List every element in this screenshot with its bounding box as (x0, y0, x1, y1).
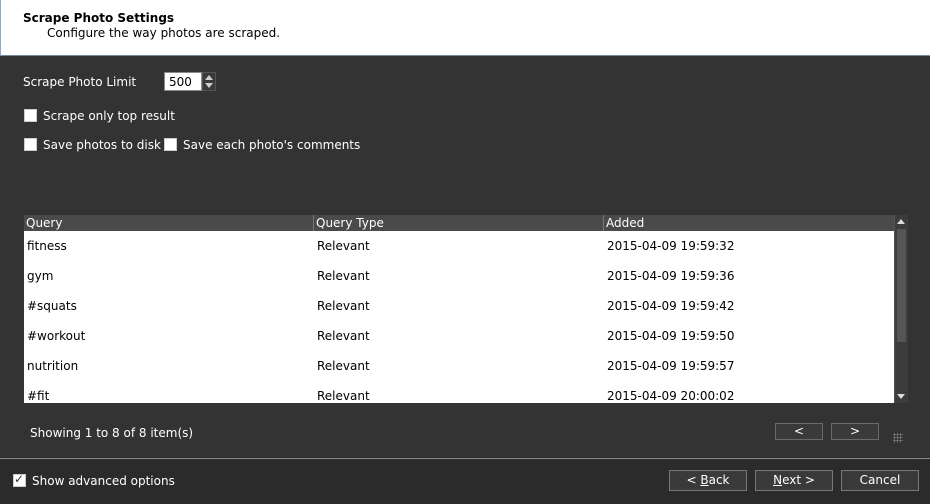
photo-limit-stepper[interactable]: 500 (164, 72, 216, 91)
scroll-down-icon[interactable] (897, 394, 905, 399)
column-header-query[interactable]: Query (26, 216, 62, 231)
stepper-up-icon[interactable] (205, 75, 213, 80)
scroll-up-icon[interactable] (897, 219, 905, 224)
table-row[interactable]: nutrition Relevant 2015-04-09 19:59:57 (24, 351, 894, 381)
next-button-accelerator: N (773, 473, 783, 487)
grid-vertical-scrollbar[interactable] (894, 215, 908, 403)
cell-query: #squats (27, 299, 77, 313)
pager-status: Showing 1 to 8 of 8 item(s) (30, 426, 194, 440)
scrollbar-thumb[interactable] (897, 229, 906, 342)
cell-query: gym (27, 269, 54, 283)
scrape-top-label: Scrape only top result (43, 109, 175, 123)
table-row[interactable]: #squats Relevant 2015-04-09 19:59:42 (24, 291, 894, 321)
table-row[interactable]: gym Relevant 2015-04-09 19:59:36 (24, 261, 894, 291)
save-comments-label: Save each photo's comments (183, 138, 361, 152)
page-subtitle: Configure the way photos are scraped. (47, 26, 281, 40)
scrape-top-checkbox[interactable] (24, 109, 37, 122)
cell-query: nutrition (27, 359, 79, 373)
back-button[interactable]: < Back (669, 470, 747, 491)
page-title: Scrape Photo Settings (23, 11, 175, 25)
cell-added: 2015-04-09 19:59:42 (607, 299, 735, 313)
cell-query: #workout (27, 329, 86, 343)
column-divider[interactable] (603, 215, 604, 231)
next-button[interactable]: Next > (755, 470, 833, 491)
grid-header: Query Query Type Added (24, 215, 894, 231)
stepper-down-icon[interactable] (205, 83, 213, 88)
cell-query-type: Relevant (317, 239, 370, 253)
column-divider[interactable] (313, 215, 314, 231)
cell-added: 2015-04-09 19:59:57 (607, 359, 735, 373)
save-disk-checkbox[interactable] (24, 138, 37, 151)
cell-query-type: Relevant (317, 359, 370, 373)
cell-query-type: Relevant (317, 329, 370, 343)
cell-added: 2015-04-09 20:00:02 (607, 389, 735, 403)
back-button-prefix: < (686, 473, 701, 487)
resize-grip-icon[interactable] (893, 433, 903, 443)
save-disk-label: Save photos to disk (43, 138, 161, 152)
cancel-button[interactable]: Cancel (841, 470, 919, 491)
next-page-button[interactable]: > (831, 423, 879, 440)
show-advanced-label: Show advanced options (32, 474, 175, 488)
show-advanced-checkbox[interactable] (13, 472, 26, 487)
table-row[interactable]: #fit Relevant 2015-04-09 20:00:02 (24, 381, 894, 403)
cell-added: 2015-04-09 19:59:32 (607, 239, 735, 253)
next-button-suffix: ext > (782, 473, 815, 487)
save-comments-checkbox[interactable] (164, 138, 177, 151)
back-button-suffix: ack (708, 473, 730, 487)
column-header-added[interactable]: Added (606, 216, 644, 231)
cell-added: 2015-04-09 19:59:50 (607, 329, 735, 343)
back-button-accelerator: B (700, 473, 709, 487)
stepper-buttons[interactable] (202, 72, 216, 91)
previous-page-button[interactable]: < (775, 423, 823, 440)
wizard-header: Scrape Photo Settings Configure the way … (0, 0, 930, 56)
photo-limit-input[interactable]: 500 (164, 72, 202, 91)
table-row[interactable]: fitness Relevant 2015-04-09 19:59:32 (24, 231, 894, 261)
cell-query-type: Relevant (317, 389, 370, 403)
cell-query-type: Relevant (317, 299, 370, 313)
cell-added: 2015-04-09 19:59:36 (607, 269, 735, 283)
query-grid: Query Query Type Added fitness Relevant … (24, 215, 908, 403)
photo-limit-label: Scrape Photo Limit (23, 75, 137, 89)
table-row[interactable]: #workout Relevant 2015-04-09 19:59:50 (24, 321, 894, 351)
column-header-query-type[interactable]: Query Type (316, 216, 384, 231)
cell-query: #fit (27, 389, 50, 403)
cell-query: fitness (27, 239, 67, 253)
cell-query-type: Relevant (317, 269, 370, 283)
